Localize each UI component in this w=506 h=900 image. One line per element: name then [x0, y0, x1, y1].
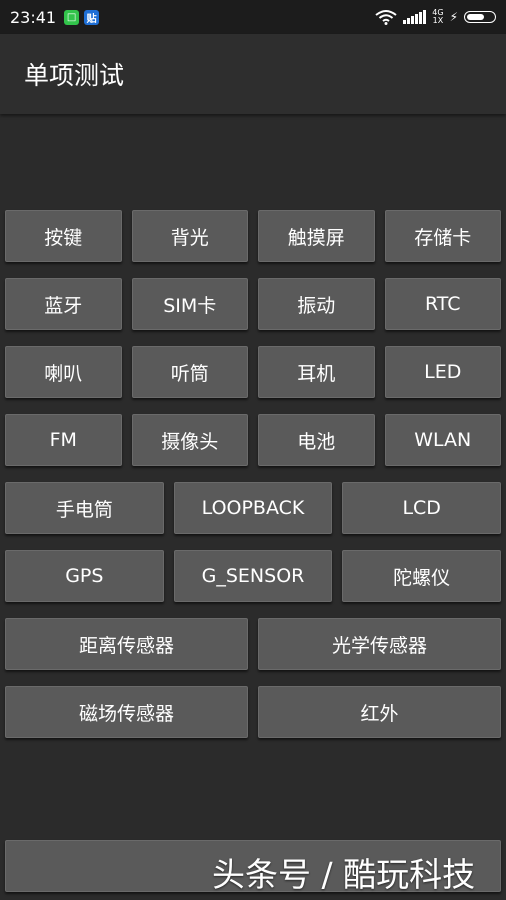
network-type-bottom: 1X: [432, 16, 444, 25]
test-button[interactable]: 背光: [131, 210, 248, 262]
button-row: 喇叭 听筒 耳机 LED: [5, 346, 501, 398]
button-row: 手电筒 LOOPBACK LCD: [5, 482, 502, 534]
test-button[interactable]: LED: [384, 346, 501, 398]
test-button[interactable]: 蓝牙: [5, 278, 122, 330]
charging-icon: ⚡: [449, 10, 458, 24]
test-button[interactable]: RTC: [384, 278, 501, 330]
test-button[interactable]: 电池: [258, 414, 375, 466]
watermark: 头条号 / 酷玩科技: [212, 855, 476, 894]
test-button[interactable]: 距离传感器: [5, 618, 248, 670]
test-button[interactable]: GPS: [5, 550, 164, 602]
network-type: 4G 1X: [432, 9, 443, 25]
test-button[interactable]: G_SENSOR: [173, 550, 333, 602]
app-bar: 单项测试: [0, 34, 506, 114]
status-indicators: 4G 1X ⚡: [375, 9, 496, 25]
test-button[interactable]: 触摸屏: [258, 210, 375, 262]
button-row: GPS G_SENSOR 陀螺仪: [5, 550, 502, 602]
test-button[interactable]: 摄像头: [131, 414, 248, 466]
test-button[interactable]: FM: [5, 414, 122, 466]
page-title: 单项测试: [24, 61, 125, 90]
wifi-icon: [375, 10, 397, 25]
test-button[interactable]: 光学传感器: [258, 618, 501, 670]
battery-fill: [467, 14, 484, 20]
test-button[interactable]: LCD: [342, 482, 502, 534]
button-row: 按键 背光 触摸屏 存储卡: [5, 210, 501, 262]
test-button-grid: 按键 背光 触摸屏 存储卡 蓝牙 SIM卡 振动 RTC 喇叭 听筒 耳机 LED FM 摄像头 电池 WLA…: [5, 210, 502, 754]
test-button[interactable]: 陀螺仪: [342, 550, 502, 602]
test-button[interactable]: WLAN: [384, 414, 501, 466]
button-row: FM 摄像头 电池 WLAN: [5, 414, 501, 466]
status-time: 23:41: [10, 7, 57, 27]
signal-icon: [403, 10, 427, 24]
button-row: 距离传感器 光学传感器: [5, 618, 501, 670]
test-button[interactable]: 听筒: [131, 346, 248, 398]
test-button[interactable]: LOOPBACK: [173, 482, 333, 534]
notification-icons: □ 贴: [64, 9, 100, 25]
test-button[interactable]: 红外: [258, 686, 501, 738]
test-button[interactable]: 振动: [258, 278, 375, 330]
test-button[interactable]: 喇叭: [5, 346, 122, 398]
test-button[interactable]: 存储卡: [384, 210, 501, 262]
test-button[interactable]: 按键: [5, 210, 122, 262]
test-button[interactable]: SIM卡: [131, 278, 248, 330]
status-bar: 23:41 □ 贴 4G 1X ⚡: [0, 0, 506, 34]
app-notification-icon: □: [64, 9, 80, 25]
battery-icon: [464, 11, 496, 23]
test-button[interactable]: 耳机: [258, 346, 375, 398]
button-row: 蓝牙 SIM卡 振动 RTC: [5, 278, 501, 330]
test-button[interactable]: 手电筒: [5, 482, 164, 534]
tieba-notification-icon: 贴: [84, 9, 100, 25]
button-row: 磁场传感器 红外: [5, 686, 501, 738]
test-button[interactable]: 磁场传感器: [5, 686, 248, 738]
